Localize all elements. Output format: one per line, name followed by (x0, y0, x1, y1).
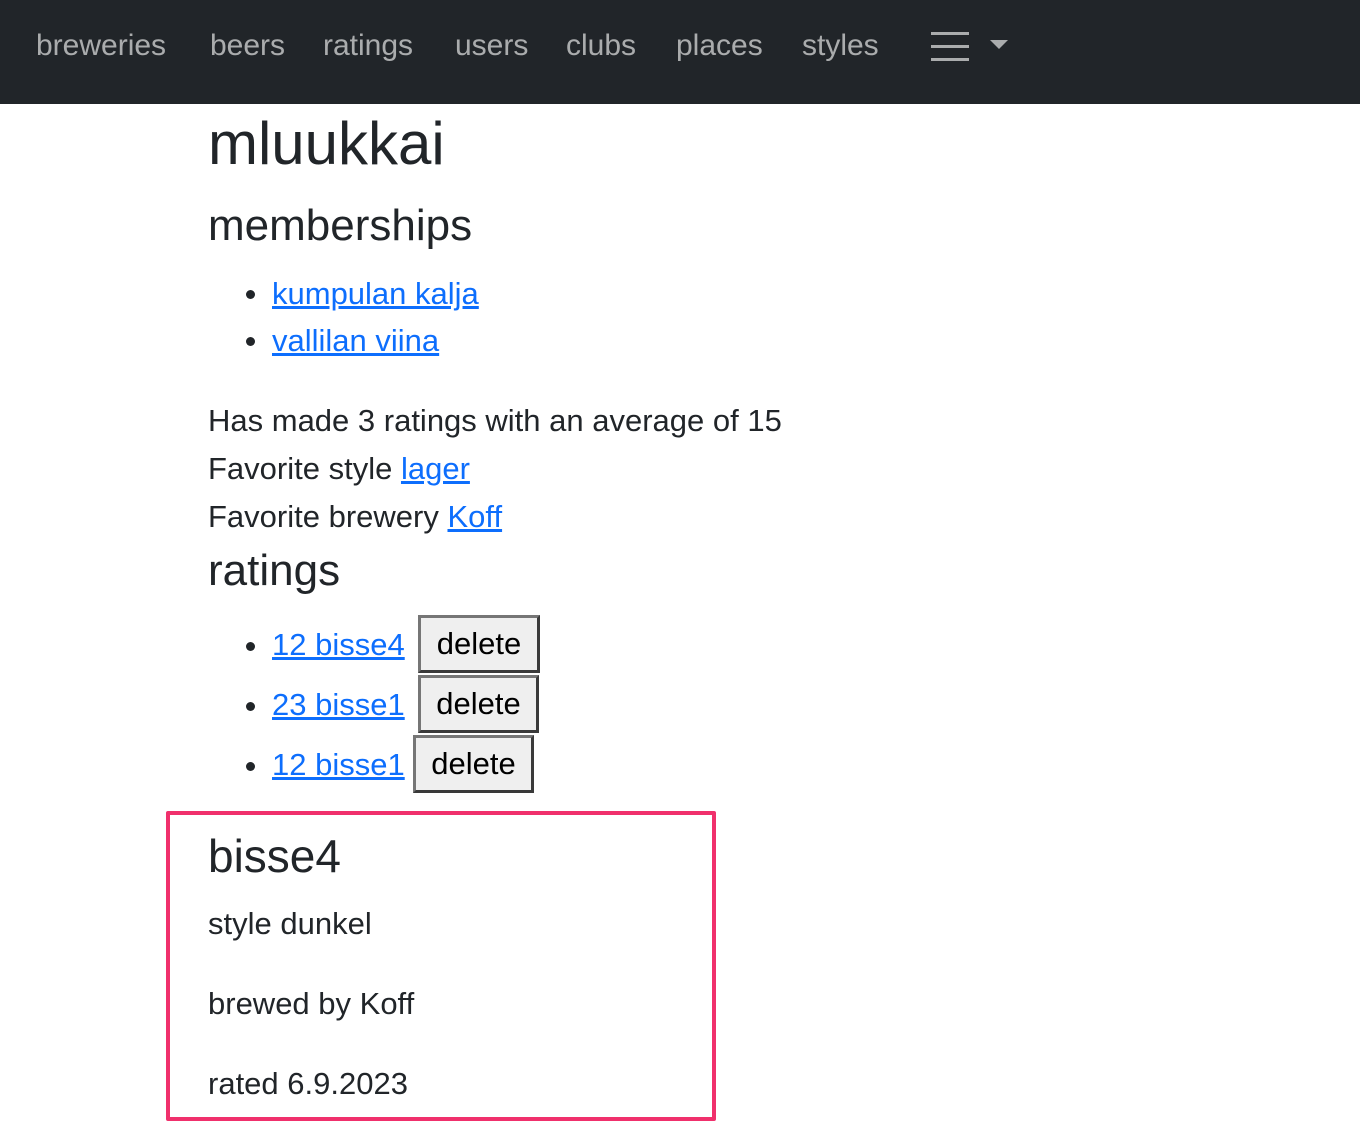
delete-button[interactable]: delete (418, 615, 540, 673)
favorite-brewery: Favorite brewery Koff (208, 497, 502, 537)
nav-link-ratings[interactable]: ratings (323, 24, 413, 68)
favorite-brewery-link[interactable]: Koff (447, 499, 502, 534)
ratings-summary: Has made 3 ratings with an average of 15 (208, 403, 782, 438)
bullet-icon (246, 290, 255, 299)
navbar: breweries beers ratings users clubs plac… (0, 0, 1360, 104)
caret-down-icon[interactable] (990, 40, 1008, 49)
memberships-heading: memberships (208, 201, 473, 250)
nav-link-beers[interactable]: beers (210, 24, 285, 68)
ratings-heading: ratings (208, 546, 341, 595)
beer-detail-brewery: brewed by Koff (208, 986, 415, 1021)
nav-link-users[interactable]: users (455, 24, 528, 68)
bullet-icon (246, 702, 255, 711)
nav-link-places[interactable]: places (676, 24, 763, 68)
delete-button[interactable]: delete (418, 675, 539, 733)
nav-link-clubs[interactable]: clubs (566, 24, 636, 68)
bullet-icon (246, 762, 255, 771)
rating-link[interactable]: 12 bisse1 (272, 745, 405, 785)
beer-detail-style: style dunkel (208, 906, 372, 941)
hamburger-icon[interactable] (926, 30, 974, 64)
rating-link[interactable]: 12 bisse4 (272, 625, 405, 665)
nav-link-styles[interactable]: styles (802, 24, 879, 68)
beer-detail-title: bisse4 (208, 830, 341, 882)
membership-link[interactable]: vallilan viina (272, 321, 439, 361)
favorite-style-link[interactable]: lager (401, 451, 470, 486)
delete-button[interactable]: delete (413, 735, 534, 793)
favorite-style-label: Favorite style (208, 451, 393, 486)
nav-link-breweries[interactable]: breweries (36, 24, 166, 68)
membership-link[interactable]: kumpulan kalja (272, 274, 479, 314)
beer-detail-rated-date: rated 6.9.2023 (208, 1066, 408, 1101)
favorite-brewery-label: Favorite brewery (208, 499, 439, 534)
bullet-icon (246, 642, 255, 651)
favorite-style: Favorite style lager (208, 449, 470, 489)
rating-link[interactable]: 23 bisse1 (272, 685, 405, 725)
bullet-icon (246, 337, 255, 346)
page-title: mluukkai (208, 110, 445, 177)
